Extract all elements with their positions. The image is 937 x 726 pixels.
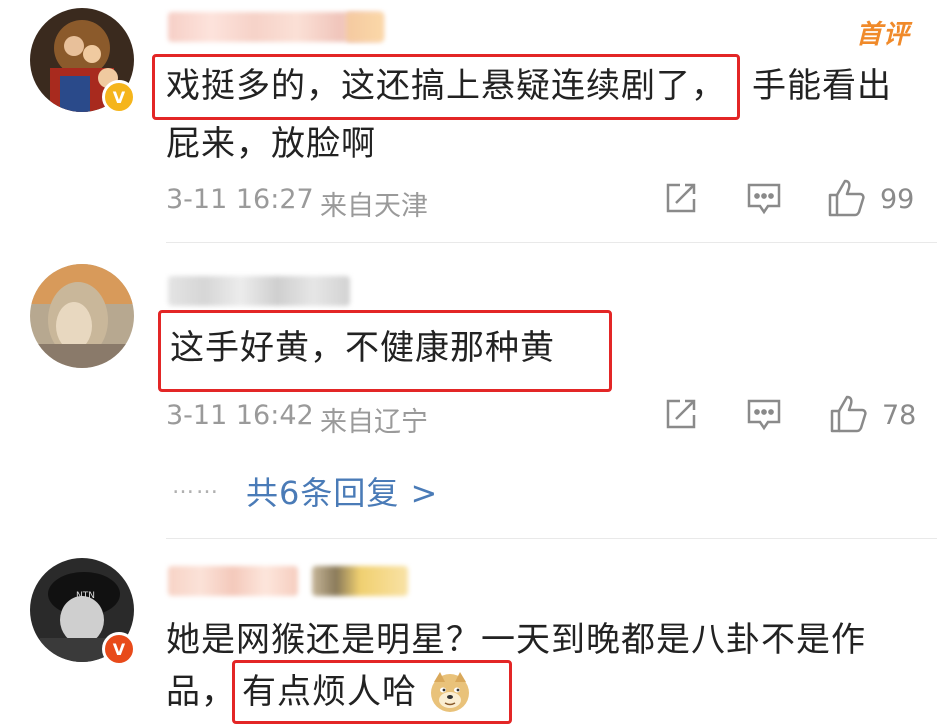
like-count: 99 bbox=[880, 184, 915, 215]
comment-icon[interactable] bbox=[746, 398, 782, 436]
like-count: 78 bbox=[882, 400, 917, 431]
verified-badge-icon: V bbox=[102, 632, 136, 666]
repost-icon[interactable] bbox=[664, 181, 698, 219]
comment-source: 来自天津 bbox=[320, 191, 428, 222]
username-blurred[interactable] bbox=[168, 276, 350, 306]
like-icon[interactable] bbox=[827, 178, 867, 222]
user-level-blurred bbox=[346, 12, 384, 42]
user-level-blurred bbox=[312, 566, 408, 596]
comment-time: 3-11 16:27 bbox=[166, 184, 314, 215]
replies-dots: …… bbox=[172, 474, 220, 499]
view-replies-link[interactable]: 共6条回复 > bbox=[246, 468, 438, 514]
comment-time: 3-11 16:42 bbox=[166, 400, 314, 431]
comment-text-line1: 这手好黄，不健康那种黄 bbox=[170, 328, 555, 368]
comment-text-line2-prefix: 品， bbox=[166, 672, 236, 712]
comment-icon[interactable] bbox=[746, 182, 782, 220]
comment-text-line2-boxed: 有点烦人哈 bbox=[242, 672, 417, 712]
comment-text-line2: 屁来，放脸啊 bbox=[166, 124, 376, 164]
comment-text-line1: 戏挺多的，这还搞上悬疑连续剧了， bbox=[166, 66, 726, 106]
doge-emoji-icon bbox=[428, 670, 472, 718]
username-blurred[interactable] bbox=[168, 566, 298, 596]
comment-text-line1-rest: 手能看出 bbox=[752, 66, 892, 106]
first-comment-tag: 首评 bbox=[856, 20, 911, 50]
avatar[interactable] bbox=[30, 264, 134, 368]
divider bbox=[166, 538, 937, 539]
like-icon[interactable] bbox=[829, 394, 869, 438]
divider bbox=[166, 242, 937, 243]
repost-icon[interactable] bbox=[664, 397, 698, 435]
comment-source: 来自辽宁 bbox=[320, 407, 428, 438]
verified-badge-icon: V bbox=[102, 80, 136, 114]
